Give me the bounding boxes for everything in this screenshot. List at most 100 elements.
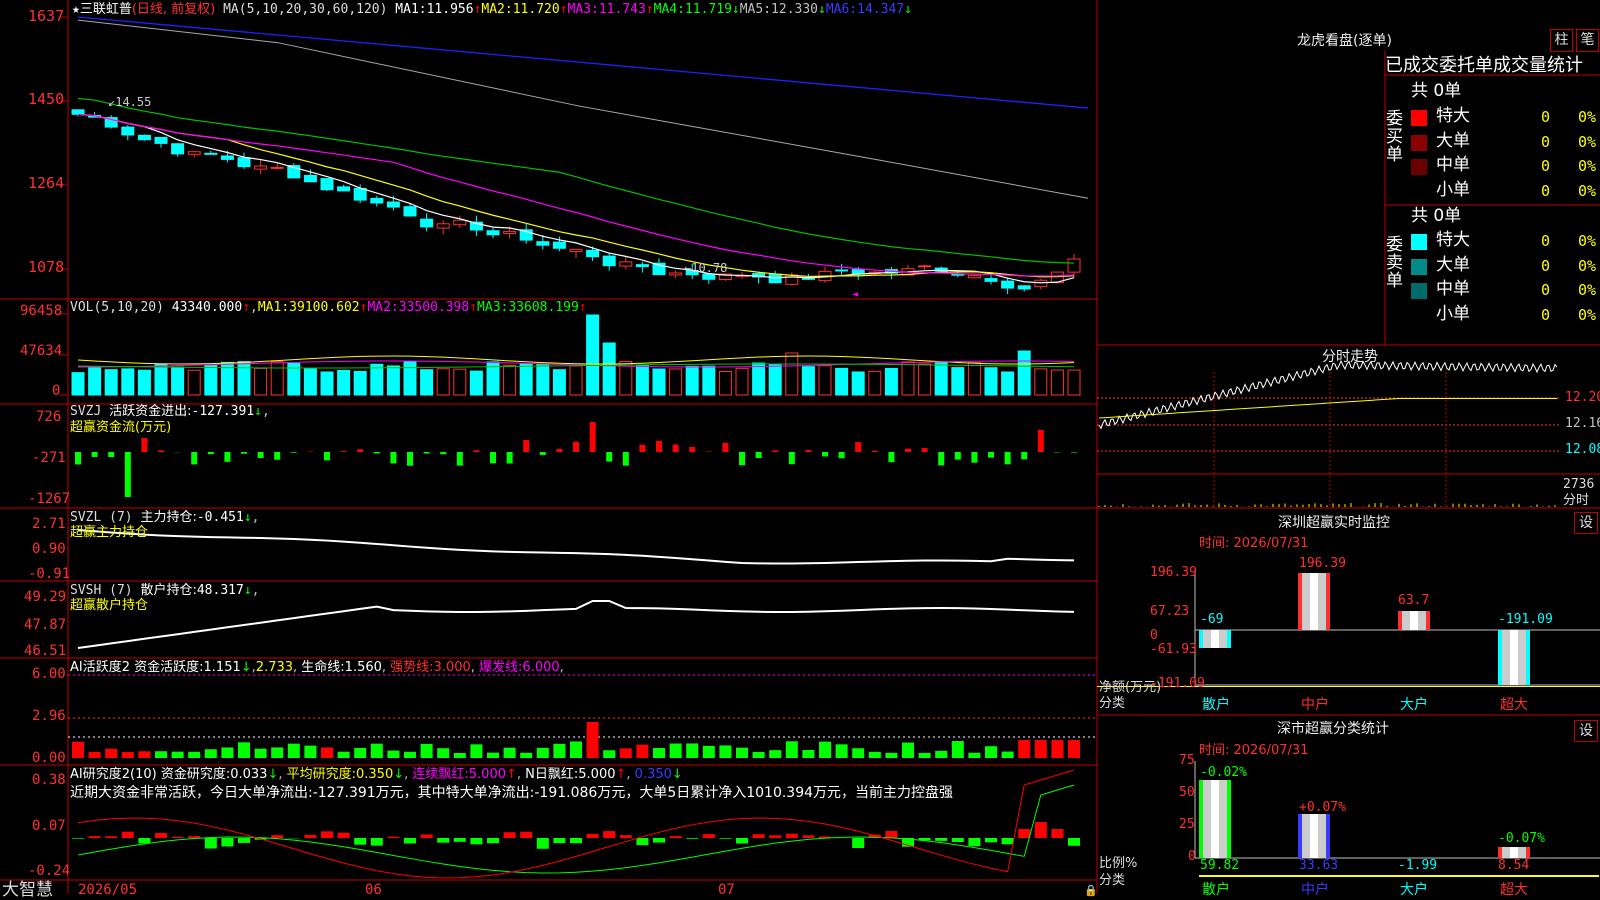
volume-bar <box>835 367 849 396</box>
candle <box>303 174 317 183</box>
vol-ma-value: 39100.602 <box>289 300 360 315</box>
activity-bar <box>138 751 151 758</box>
activity-bar <box>702 745 715 758</box>
activity-bar <box>271 747 284 758</box>
research-bar <box>271 835 284 838</box>
activity-bar <box>769 750 782 758</box>
monitor-bar <box>1199 630 1203 648</box>
class-settings-button[interactable]: 设 <box>1574 720 1598 742</box>
class-time: 时间: 2026/07/31 <box>1199 743 1309 758</box>
candle <box>552 241 566 249</box>
svzl-subtitle: 超赢主力持仓 <box>70 525 149 540</box>
svsh-axis-label: 47.87 <box>24 617 67 633</box>
volume-bar <box>71 372 85 396</box>
intraday-axis-label: 12.16 <box>1565 416 1600 431</box>
period-label[interactable]: (日线, 前复权) <box>132 2 215 17</box>
research-bar <box>171 836 184 838</box>
candle <box>320 178 334 191</box>
volume-bar <box>735 367 749 396</box>
class-bar <box>1526 847 1530 858</box>
ma-label: MA6: <box>825 2 858 17</box>
volume-bar <box>254 367 268 396</box>
money-flow-bar <box>589 422 596 452</box>
monitor-axis-label: -61.93 <box>1150 642 1197 657</box>
candle <box>453 219 467 226</box>
order-count: 0 <box>1541 157 1551 175</box>
ma-arrow: ↓ <box>818 2 826 17</box>
bar-mode-button[interactable]: 柱 <box>1550 29 1573 52</box>
order-percent: 0% <box>1578 132 1597 151</box>
research-bar <box>619 835 632 838</box>
monitor-bar <box>1326 573 1330 630</box>
money-flow-bar <box>888 452 895 463</box>
candle <box>1001 280 1015 289</box>
activity-bar <box>1001 751 1014 758</box>
monitor-bar-value: -69 <box>1200 612 1224 627</box>
volume-bar <box>785 352 799 396</box>
ma6-line <box>77 16 1089 109</box>
candle <box>204 152 218 155</box>
svsh-axis-label: 46.51 <box>24 643 67 659</box>
activity-bar <box>835 744 848 758</box>
monitor-bar <box>1526 630 1530 685</box>
activity-bar <box>337 751 350 758</box>
research-bar <box>985 838 997 843</box>
volume-bar <box>967 362 981 396</box>
activity-bar <box>636 744 649 758</box>
activity-bar <box>204 749 217 758</box>
monitor-settings-button[interactable]: 设 <box>1574 512 1598 534</box>
volume-bar <box>303 367 317 396</box>
candle <box>1067 258 1081 273</box>
chart-canvas[interactable]: ◄ <box>0 0 1600 900</box>
activity-bar <box>553 743 566 758</box>
research-bar <box>1018 829 1031 838</box>
star-icon[interactable]: ★ <box>72 2 80 17</box>
activity-bar <box>520 752 533 758</box>
activity-bar <box>1051 740 1064 758</box>
ai-active-axis-label: 6.00 <box>32 666 66 682</box>
volume-bar <box>901 361 915 396</box>
candle <box>436 223 450 229</box>
class-bar <box>1227 780 1231 858</box>
activity-bar <box>935 750 948 758</box>
pen-mode-button[interactable]: 笔 <box>1576 29 1599 52</box>
volume-bar <box>154 363 168 396</box>
volume-bar <box>951 367 965 396</box>
money-flow-bar <box>705 451 712 452</box>
class-axis-label: 75 <box>1179 753 1195 768</box>
ai-active-header: AI活跃度2 资金活跃度:1.151↓,2.733, 生命线:1.560, 强势… <box>70 660 564 675</box>
volume-bar <box>403 360 417 396</box>
money-flow-bar <box>440 452 447 455</box>
class-category: 中户 <box>1301 882 1329 898</box>
ma-value: 12.330 <box>771 2 819 17</box>
candle <box>121 126 135 136</box>
vol-axis-label: 47634 <box>20 343 63 359</box>
lock-icon[interactable]: 🔒 <box>1084 885 1098 896</box>
volume-bar <box>752 362 766 396</box>
svsh-axis-label: 49.29 <box>24 589 67 605</box>
research-bar <box>437 838 450 843</box>
research-bar <box>1068 838 1080 846</box>
candle <box>220 155 234 160</box>
class-xlabel: 分类 <box>1099 873 1126 888</box>
activity-bar <box>88 751 101 758</box>
vol-axis-label: 96458 <box>20 303 63 319</box>
intraday-vol-label: 2736 <box>1563 477 1595 492</box>
candle <box>669 272 683 276</box>
class-axis-label: 25 <box>1179 817 1195 832</box>
order-count: 0 <box>1541 281 1551 299</box>
activity-bar <box>105 748 118 758</box>
money-flow-bar <box>656 440 662 452</box>
vol-ma-label: MA3: <box>477 300 509 315</box>
money-flow-bar <box>407 452 413 466</box>
activity-bar <box>819 741 831 758</box>
research-bar <box>470 838 483 845</box>
activity-bar <box>155 751 167 758</box>
volume-bar <box>237 361 251 396</box>
ma-label: MA4: <box>653 2 685 17</box>
money-flow-bar <box>755 452 762 459</box>
order-size-label: 特大 <box>1436 106 1470 126</box>
volume-bar <box>918 363 932 396</box>
candle <box>270 166 284 169</box>
svzl-axis-label: 0.90 <box>32 541 66 557</box>
